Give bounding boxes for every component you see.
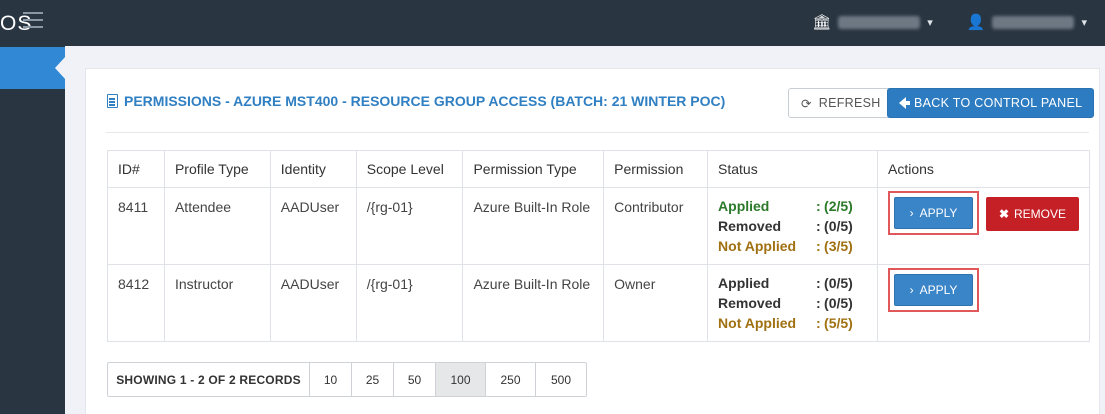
refresh-button[interactable]: ⟳ REFRESH [788,88,894,118]
remove-label: REMOVE [1014,207,1067,221]
row-actions: › APPLY [888,268,1079,312]
table-header-row: ID# Profile Type Identity Scope Level Pe… [107,150,1090,188]
cell-id: 8412 [107,264,165,342]
apply-label: APPLY [919,283,958,297]
chevron-down-icon: ▾ [927,16,933,29]
apply-highlight-box: › APPLY [888,191,979,235]
apply-button[interactable]: › APPLY [894,197,973,229]
divider [106,132,1089,133]
status-not-applied-label: Not Applied [718,315,797,331]
cell-profile-type: Attendee [163,187,271,265]
status-separator: : [816,295,821,311]
status-applied-label: Applied [718,275,770,291]
page-size-option[interactable]: 500 [536,363,586,396]
status-removed-label: Removed [718,218,782,234]
permissions-table: ID# Profile Type Identity Scope Level Pe… [107,150,1090,342]
column-header-profile-type: Profile Type [163,150,271,188]
table-row: 8411 Attendee AADUser /{rg-01} Azure Bui… [107,187,1090,265]
status-summary: Applied : (2/5) Removed : (0/5) Not Appl… [718,196,867,256]
status-not-applied-label: Not Applied [718,238,797,254]
column-header-actions: Actions [877,150,1090,188]
close-icon: ✖ [998,207,1010,221]
status-separator: : [816,315,821,331]
row-actions: › APPLY ✖ REMOVE [888,191,1079,235]
status-separator: : [816,275,821,291]
status-separator: : [816,198,821,214]
status-removed-value: (0/5) [824,218,853,234]
user-dropdown[interactable]: 👤 ▾ [967,13,1087,31]
back-label: BACK TO CONTROL PANEL [914,96,1083,110]
column-header-permission-type: Permission Type [462,150,605,188]
cell-identity: AADUser [269,264,357,342]
arrow-left-icon [899,97,910,109]
page-size-option[interactable]: 10 [310,363,352,396]
page-size-option[interactable]: 250 [486,363,536,396]
cell-permission-type: Azure Built-In Role [462,187,605,265]
status-not-applied-value: (3/5) [824,238,853,254]
page-size-option[interactable]: 50 [394,363,436,396]
sidebar-active-pointer [55,56,66,80]
chevron-down-icon: ▾ [1081,16,1087,29]
cell-permission: Owner [603,264,709,342]
apply-button[interactable]: › APPLY [894,274,973,306]
page-title-text: PERMISSIONS - AZURE MST400 - RESOURCE GR… [124,93,726,109]
main-content: PERMISSIONS - AZURE MST400 - RESOURCE GR… [65,46,1105,414]
cell-scope-level: /{rg-01} [355,187,464,265]
status-removed-label: Removed [718,295,782,311]
hamburger-menu-icon[interactable] [23,12,43,33]
page-size-option-selected[interactable]: 100 [436,363,486,396]
status-summary: Applied : (0/5) Removed : (0/5) Not Appl… [718,273,867,333]
user-icon: 👤 [966,14,986,31]
cell-identity: AADUser [269,187,357,265]
back-to-control-panel-button[interactable]: BACK TO CONTROL PANEL [887,88,1095,118]
cell-permission: Contributor [603,187,709,265]
cell-profile-type: Instructor [163,264,271,342]
chevron-right-icon: › [909,206,914,220]
status-not-applied-value: (5/5) [824,315,853,331]
cell-permission-type: Azure Built-In Role [462,264,605,342]
column-header-status: Status [707,150,878,188]
page-size-option[interactable]: 25 [352,363,394,396]
status-applied-label: Applied [718,198,770,214]
sidebar [0,46,65,414]
status-applied-value: (0/5) [824,275,853,291]
cell-status: Applied : (0/5) Removed : (0/5) Not Appl… [707,264,878,342]
organization-dropdown[interactable]: 🏛 ▾ [812,13,933,31]
column-header-scope-level: Scope Level [355,150,464,188]
table-row: 8412 Instructor AADUser /{rg-01} Azure B… [107,264,1090,342]
cell-scope-level: /{rg-01} [355,264,464,342]
refresh-label: REFRESH [818,96,881,110]
cell-status: Applied : (2/5) Removed : (0/5) Not Appl… [707,187,878,265]
status-separator: : [816,238,821,254]
page-title: PERMISSIONS - AZURE MST400 - RESOURCE GR… [107,93,725,109]
chevron-right-icon: › [909,283,914,297]
top-navbar: OS 🏛 ▾ 👤 ▾ [0,0,1105,46]
records-count: SHOWING 1 - 2 OF 2 RECORDS [108,363,310,396]
remove-button[interactable]: ✖ REMOVE [986,197,1079,231]
apply-label: APPLY [919,206,958,220]
cell-id: 8411 [107,187,165,265]
status-applied-value: (2/5) [824,198,853,214]
apply-highlight-box: › APPLY [888,268,979,312]
user-name-redacted [992,15,1075,29]
status-removed-value: (0/5) [824,295,853,311]
pagination-bar: SHOWING 1 - 2 OF 2 RECORDS 10 25 50 100 … [107,362,587,397]
document-icon [107,94,118,108]
refresh-icon: ⟳ [801,96,812,111]
institution-icon: 🏛 [812,14,832,31]
cell-actions: › APPLY [877,264,1090,342]
column-header-identity: Identity [269,150,357,188]
organization-name-redacted [838,15,921,29]
permissions-panel: PERMISSIONS - AZURE MST400 - RESOURCE GR… [85,68,1100,414]
status-separator: : [816,218,821,234]
column-header-id: ID# [107,150,165,188]
column-header-permission: Permission [603,150,709,188]
top-right-menu: 🏛 ▾ 👤 ▾ [812,13,1087,31]
cell-actions: › APPLY ✖ REMOVE [877,187,1090,265]
